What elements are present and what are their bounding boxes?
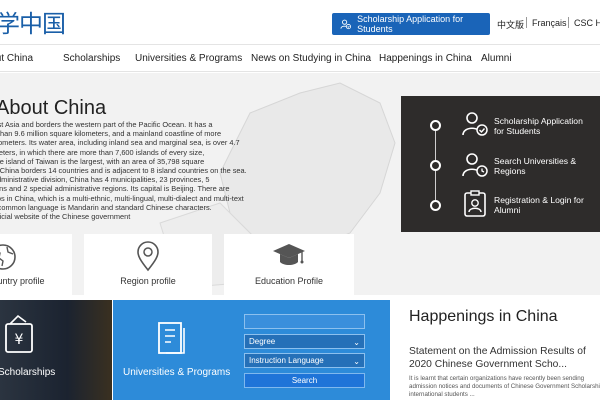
quick-links-panel: Scholarship Application for Students Sea… xyxy=(401,96,600,232)
graduation-cap-icon xyxy=(273,244,305,265)
quick-link-search-universities[interactable]: Search Universities & Regions xyxy=(494,156,594,177)
about-china-section: About China China is in East Asia and bo… xyxy=(0,73,600,295)
about-line: autonomous regions and 2 special adminis… xyxy=(0,184,230,194)
education-profile-card[interactable]: Education Profile xyxy=(224,234,354,295)
scholarship-application-button[interactable]: Scholarship Application for Students xyxy=(332,13,490,35)
user-check-icon xyxy=(340,19,352,30)
id-card-icon xyxy=(464,190,486,217)
user-check-icon xyxy=(462,112,488,136)
region-profile-label: Region profile xyxy=(120,276,176,286)
about-line: land area of more than 9.6 million squar… xyxy=(0,129,222,139)
document-icon xyxy=(158,322,185,354)
map-pin-icon xyxy=(137,241,159,272)
lang-divider xyxy=(526,17,527,28)
site-logo[interactable]: 学中国 xyxy=(0,4,66,39)
lang-divider xyxy=(568,17,569,28)
quick-link-alumni-registration[interactable]: Registration & Login for Alumni xyxy=(494,195,594,216)
nav-universities-programs[interactable]: Universities & Programs xyxy=(135,53,242,64)
about-line: kilometers. China borders 14 countries a… xyxy=(0,166,247,176)
scholarships-tile[interactable]: ¥ Scholarships xyxy=(0,300,112,400)
about-line: 56 ethnic groups in China, which is a mu… xyxy=(0,193,244,203)
news-excerpt: It is learnt that certain organizations … xyxy=(409,375,600,399)
timeline-dot xyxy=(430,200,441,211)
search-button[interactable]: Search xyxy=(244,373,365,388)
scholarships-label: Scholarships xyxy=(0,367,56,378)
about-line: than 18,000 kilometers. Its water area, … xyxy=(0,138,240,148)
about-title: About China xyxy=(0,97,107,119)
news-excerpt-line: It is learnt that certain organizations … xyxy=(409,375,585,382)
news-excerpt-line: international students ... xyxy=(409,391,475,398)
top-bar: 学中国 Scholarship Application for Students… xyxy=(0,0,600,44)
nav-news-studying[interactable]: News on Studying in China xyxy=(251,53,371,64)
about-line: country. Its common language is Mandarin… xyxy=(0,202,212,212)
about-line: million square kilometers, in which ther… xyxy=(0,147,205,157)
lang-french[interactable]: Français xyxy=(532,18,567,28)
timeline-dot xyxy=(430,160,441,171)
instruction-language-select[interactable]: Instruction Language ⌄ xyxy=(244,353,365,368)
globe-icon xyxy=(0,244,16,270)
keyword-input[interactable] xyxy=(244,314,365,329)
quick-link-scholarship-application[interactable]: Scholarship Application for Students xyxy=(494,116,594,137)
apply-button-label: Scholarship Application for Students xyxy=(357,14,464,34)
svg-text:¥: ¥ xyxy=(15,332,24,348)
chevron-down-icon: ⌄ xyxy=(353,338,360,347)
user-clock-icon xyxy=(462,153,488,177)
education-profile-label: Education Profile xyxy=(254,276,324,286)
about-line: Source: official website of the Chinese … xyxy=(0,212,131,222)
chevron-down-icon: ⌄ xyxy=(353,357,360,366)
degree-select-value: Degree xyxy=(249,337,276,346)
nav-alumni[interactable]: Alumni xyxy=(481,53,512,64)
about-text: China is in East Asia and borders the we… xyxy=(0,120,282,221)
about-line: In terms of administrative division, Chi… xyxy=(0,175,210,185)
degree-select[interactable]: Degree ⌄ xyxy=(244,334,365,349)
region-profile-card[interactable]: Region profile xyxy=(84,234,212,295)
universities-programs-label[interactable]: Universities & Programs xyxy=(123,367,230,378)
nav-about-china[interactable]: About China xyxy=(0,53,33,64)
country-profile-label: Country profile xyxy=(0,276,45,286)
nav-happenings[interactable]: Happenings in China xyxy=(379,53,472,64)
lang-chinese[interactable]: 中文版 xyxy=(497,18,524,31)
news-excerpt-line: admission notices and documents of Chine… xyxy=(409,383,600,390)
csc-home-link[interactable]: CSC Ho xyxy=(574,18,600,28)
main-nav: About China Scholarships Universities & … xyxy=(0,44,600,72)
timeline-dot xyxy=(430,120,441,131)
country-profile-card[interactable]: Country profile xyxy=(0,234,72,295)
yuan-box-icon: ¥ xyxy=(5,314,33,353)
about-line: China is in East Asia and borders the we… xyxy=(0,120,213,129)
news-headline[interactable]: Statement on the Admission Results of 20… xyxy=(409,345,600,371)
nav-scholarships[interactable]: Scholarships xyxy=(63,53,120,64)
happenings-title: Happenings in China xyxy=(409,308,558,325)
universities-programs-tile: Universities & Programs Degree ⌄ Instruc… xyxy=(113,300,390,400)
about-line: among which the island of Taiwan is the … xyxy=(0,156,205,166)
instruction-language-value: Instruction Language xyxy=(249,356,324,365)
